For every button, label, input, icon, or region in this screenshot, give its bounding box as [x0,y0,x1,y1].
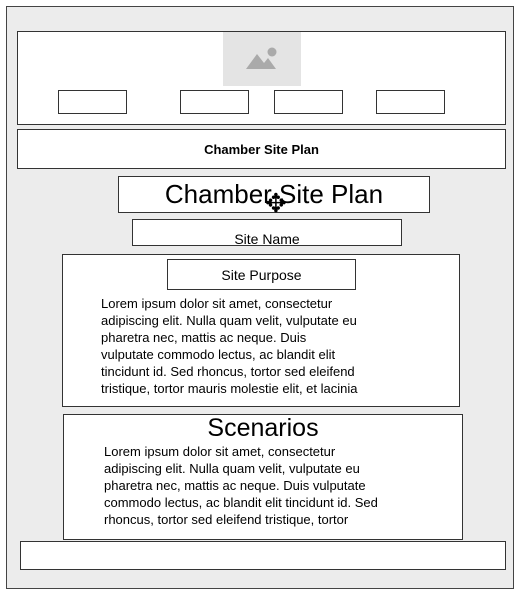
title-bar-text: Chamber Site Plan [204,141,319,157]
scenarios-title: Scenarios [207,414,319,442]
page-title-box: Chamber Site Plan ✥ [118,176,430,218]
site-purpose-text: Lorem ipsum dolor sit amet, consectetur … [101,296,358,396]
footer-bar [20,541,506,570]
move-cursor-icon: ✥ [265,188,287,218]
header-image-placeholder [223,32,301,86]
nav-button-1[interactable] [58,90,127,114]
scenarios-panel: Scenarios Lorem ipsum dolor sit amet, co… [63,414,463,540]
title-bar: Chamber Site Plan [17,129,506,169]
wireframe-frame: Chamber Site Plan Chamber Site Plan ✥ Si… [6,6,514,589]
site-purpose-title: Site Purpose [221,266,302,283]
site-name-box: Site Name [132,219,402,246]
scenarios-text: Lorem ipsum dolor sit amet, consectetur … [104,444,378,527]
site-name-label: Site Name [234,231,300,247]
nav-button-3[interactable] [274,90,343,114]
site-purpose-panel: Site Purpose Lorem ipsum dolor sit amet,… [62,254,460,407]
nav-button-2[interactable] [180,90,249,114]
header-panel [17,31,506,125]
nav-button-4[interactable] [376,90,445,114]
site-purpose-title-box: Site Purpose [167,259,356,290]
image-placeholder-icon [246,47,277,69]
